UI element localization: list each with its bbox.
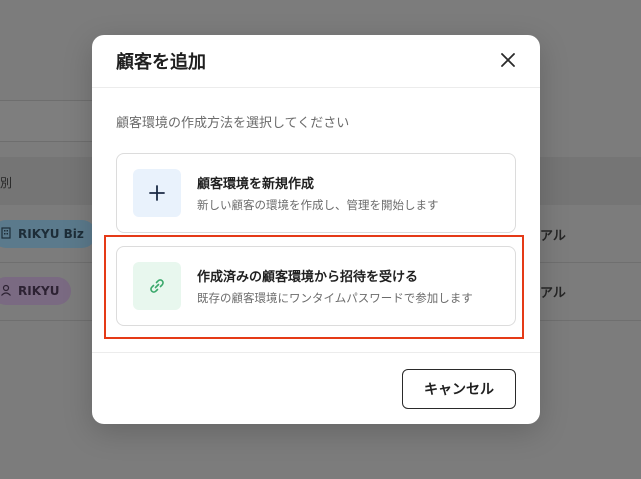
building-icon — [0, 226, 12, 242]
link-icon — [133, 262, 181, 310]
close-icon — [501, 52, 515, 71]
dialog-body: 顧客環境の作成方法を選択してください 顧客環境を新規作成 新しい顧客の環境を作成… — [92, 88, 540, 339]
option-text: 作成済みの顧客環境から招待を受ける 既存の顧客環境にワンタイムパスワードで参加し… — [197, 266, 473, 306]
option-title: 作成済みの顧客環境から招待を受ける — [197, 270, 419, 285]
option-create-new-environment[interactable]: 顧客環境を新規作成 新しい顧客の環境を作成し、管理を開始します — [116, 153, 516, 233]
background-cell: アル — [540, 229, 566, 244]
option-title: 顧客環境を新規作成 — [197, 177, 315, 192]
background-badge-label: RIKYU Biz — [18, 227, 84, 241]
background-search-field — [0, 100, 101, 142]
dialog-footer: キャンセル — [92, 352, 540, 424]
background-badge-rikyu: RIKYU — [0, 277, 72, 305]
user-icon — [0, 284, 12, 299]
background-badge-rikyu-biz: RIKYU Biz — [0, 220, 96, 248]
background-column-header: 種別 — [0, 176, 13, 190]
background-badge-label: RIKYU — [18, 284, 60, 298]
option-text: 顧客環境を新規作成 新しい顧客の環境を作成し、管理を開始します — [197, 173, 439, 213]
option-subtitle: 新しい顧客の環境を作成し、管理を開始します — [197, 198, 439, 212]
dialog-title: 顧客を追加 — [116, 52, 206, 73]
close-button[interactable] — [496, 49, 520, 73]
option-accept-invitation[interactable]: 作成済みの顧客環境から招待を受ける 既存の顧客環境にワンタイムパスワードで参加し… — [104, 235, 524, 339]
background-cell: アル — [540, 286, 566, 301]
cancel-button[interactable]: キャンセル — [402, 369, 516, 409]
dialog-description: 顧客環境の作成方法を選択してください — [116, 116, 350, 131]
dialog-header: 顧客を追加 — [92, 35, 540, 88]
add-customer-dialog: 顧客を追加 顧客環境の作成方法を選択してください 顧客環境を新規作成 新しい顧客… — [92, 35, 540, 424]
option-subtitle: 既存の顧客環境にワンタイムパスワードで参加します — [197, 291, 473, 305]
plus-icon — [133, 169, 181, 217]
